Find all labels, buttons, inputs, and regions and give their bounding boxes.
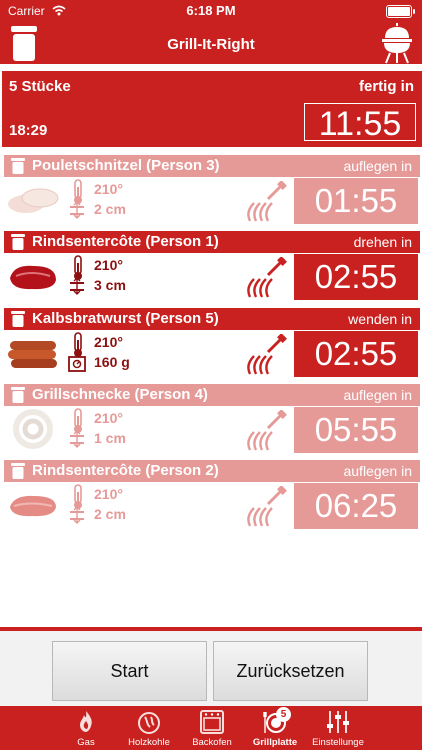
remaining-time: 11:55 [304, 103, 416, 143]
summary-header: 5 Stücke fertig in [4, 73, 420, 99]
item-header: Rindsentercôte (Person 1) drehen in [4, 231, 420, 253]
food-image [6, 333, 60, 373]
list-item[interactable]: Kalbsbratwurst (Person 5) wenden in 210° 16… [2, 308, 420, 380]
tab-oven-label: Backofen [192, 737, 232, 748]
item-meta: 210° 1 cm [68, 408, 188, 450]
item-action: drehen in [353, 234, 412, 250]
flame-heat-icon [247, 410, 287, 451]
grill-plate-badge: 5 [276, 707, 291, 722]
charcoal-icon [138, 712, 160, 734]
item-temperature: 210° [94, 410, 123, 426]
item-temperature: 210° [94, 181, 123, 197]
item-meta: 210° 2 cm [68, 484, 188, 526]
item-temperature: 210° [94, 257, 123, 273]
item-meta: 210° 160 g [68, 332, 188, 374]
item-name: Rindsentercôte (Person 1) [32, 233, 219, 250]
tab-settings-label: Einstellunge [312, 737, 364, 748]
item-header: Pouletschnitzel (Person 3) auflegen in [4, 155, 420, 177]
gas-flame-icon [80, 711, 92, 732]
tab-oven[interactable]: Backofen [183, 706, 241, 750]
item-name: Pouletschnitzel (Person 3) [32, 157, 220, 174]
flame-heat-icon [247, 181, 287, 222]
item-size: 2 cm [94, 201, 126, 217]
trash-icon[interactable] [11, 463, 25, 479]
item-action: wenden in [348, 311, 412, 327]
status-time: 6:18 PM [186, 3, 236, 18]
ready-clock-time: 18:29 [9, 122, 48, 139]
battery-icon [386, 5, 415, 18]
tab-grill-plate[interactable]: 5 Grillplatte [246, 706, 304, 750]
piece-count: 5 Stücke [9, 78, 71, 95]
food-image [6, 180, 60, 220]
ready-label: fertig in [359, 78, 414, 95]
grill-icon [382, 23, 412, 64]
ready-clock-panel: 18:29 [4, 99, 300, 145]
tab-charcoal[interactable]: Holzkohle [120, 706, 178, 750]
tab-gas[interactable]: Gas [57, 706, 115, 750]
tab-charcoal-label: Holzkohle [128, 737, 170, 748]
item-meta: 210° 3 cm [68, 255, 188, 297]
item-header: Kalbsbratwurst (Person 5) wenden in [4, 308, 420, 330]
list-item[interactable]: Pouletschnitzel (Person 3) auflegen in 210… [2, 155, 420, 227]
item-timer: 01:55 [294, 178, 418, 224]
food-image [6, 485, 60, 525]
summary-panel: 5 Stücke fertig in 18:29 11:55 [2, 71, 422, 147]
item-header: Grillschnecke (Person 4) auflegen in [4, 384, 420, 406]
trash-icon[interactable] [11, 311, 25, 327]
item-action: auflegen in [343, 387, 412, 403]
start-button[interactable]: Start [52, 641, 207, 701]
item-timer: 05:55 [294, 407, 418, 453]
item-temperature: 210° [94, 334, 123, 350]
item-temperature: 210° [94, 486, 123, 502]
thickness-icon [68, 277, 86, 300]
thickness-icon [68, 430, 86, 453]
list-item[interactable]: Rindsentercôte (Person 1) drehen in 210° 3 … [2, 231, 420, 303]
remaining-panel: 11:55 [300, 99, 420, 145]
item-name: Grillschnecke (Person 4) [32, 386, 208, 403]
item-action: auflegen in [343, 158, 412, 174]
action-bar: Start Zurücksetzen [0, 627, 422, 710]
food-image [6, 409, 60, 449]
reset-button[interactable]: Zurücksetzen [213, 641, 368, 701]
item-size: 1 cm [94, 430, 126, 446]
status-bar: Carrier 6:18 PM [0, 0, 422, 22]
settings-sliders-icon [327, 711, 349, 733]
trash-icon[interactable] [11, 387, 25, 403]
item-size: 2 cm [94, 506, 126, 522]
flame-heat-icon [247, 486, 287, 527]
item-header: Rindsentercôte (Person 2) auflegen in [4, 460, 420, 482]
thickness-icon [68, 506, 86, 529]
item-size: 160 g [94, 354, 130, 370]
item-timer: 02:55 [294, 254, 418, 300]
list-item[interactable]: Rindsentercôte (Person 2) auflegen in 210°… [2, 460, 420, 532]
item-action: auflegen in [343, 463, 412, 479]
item-timer: 02:55 [294, 331, 418, 377]
page-title: Grill-It-Right [167, 36, 255, 53]
flame-heat-icon [247, 257, 287, 298]
item-timer: 06:25 [294, 483, 418, 529]
oven-icon [200, 710, 224, 734]
item-meta: 210° 2 cm [68, 179, 188, 221]
flame-heat-icon [247, 334, 287, 375]
tab-bar: Gas Holzkohle Backofen 5 Grillplatte Ein… [0, 706, 422, 750]
tab-gas-label: Gas [77, 737, 95, 748]
trash-icon[interactable] [11, 234, 25, 250]
tab-grill-plate-label: Grillplatte [252, 737, 298, 748]
item-name: Kalbsbratwurst (Person 5) [32, 310, 219, 327]
food-image [6, 256, 60, 296]
tab-settings[interactable]: Einstellunge [309, 706, 367, 750]
list-item[interactable]: Grillschnecke (Person 4) auflegen in 210° 1… [2, 384, 420, 456]
item-name: Rindsentercôte (Person 2) [32, 462, 219, 479]
trash-icon[interactable] [11, 158, 25, 174]
top-bar: Carrier 6:18 PM Grill-It-Right [0, 0, 422, 64]
thickness-icon [68, 201, 86, 224]
item-size: 3 cm [94, 277, 126, 293]
scale-icon [68, 354, 86, 377]
